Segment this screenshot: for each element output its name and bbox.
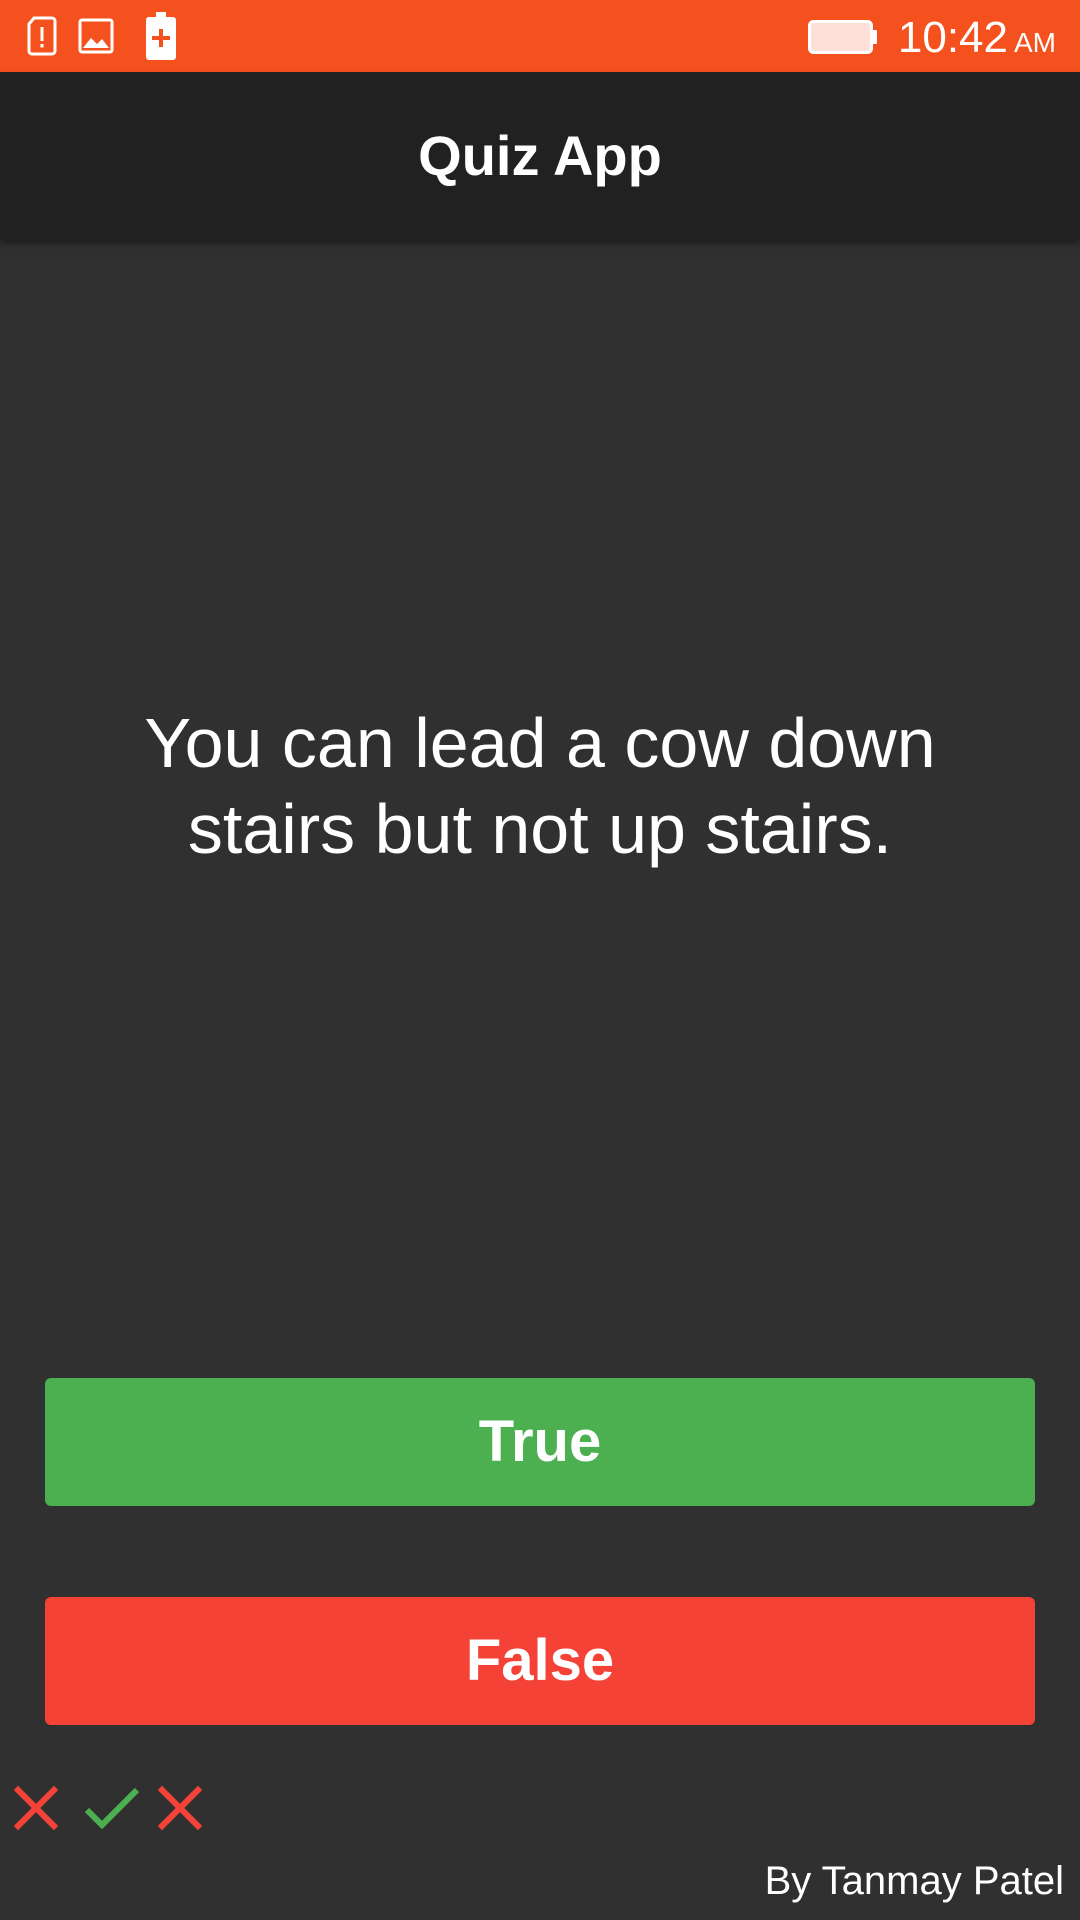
score-marks xyxy=(12,1784,228,1832)
status-time: 10:42 AM xyxy=(898,8,1056,68)
check-icon xyxy=(84,1784,140,1832)
wrong-icon xyxy=(12,1784,60,1832)
sd-card-alert-icon xyxy=(26,16,58,56)
quiz-screen: 10:42 AM Quiz App You can lead a cow down… xyxy=(0,0,1080,1920)
battery-icon xyxy=(808,20,878,54)
image-icon xyxy=(78,18,114,54)
wrong-icon xyxy=(156,1784,204,1832)
app-bar: Quiz App xyxy=(0,72,1080,240)
true-button[interactable]: True xyxy=(45,1378,1035,1506)
status-time-ampm: AM xyxy=(1014,27,1056,58)
status-time-value: 10:42 xyxy=(897,13,1008,62)
battery-charging-icon xyxy=(146,12,176,60)
question-text: You can lead a cow down stairs but not u… xyxy=(144,704,936,868)
false-button[interactable]: False xyxy=(45,1597,1035,1725)
app-title: Quiz App xyxy=(418,124,662,187)
author-credit: By Tanmay Patel xyxy=(764,1859,1064,1903)
status-bar: 10:42 AM xyxy=(0,0,1080,72)
